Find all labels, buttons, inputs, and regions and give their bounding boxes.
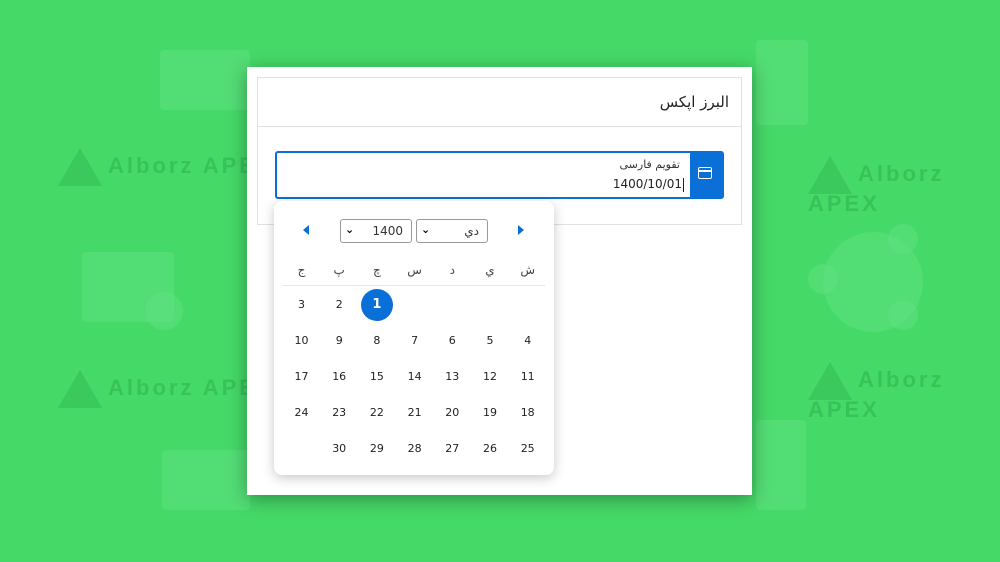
card-title: البرز اپکس xyxy=(659,93,729,111)
date-input-value[interactable]: 1400/10/01 xyxy=(613,177,684,192)
calendar-day[interactable]: 2 xyxy=(321,288,358,322)
calendar-day[interactable]: 12 xyxy=(472,360,509,394)
calendar-day[interactable]: 16 xyxy=(321,360,358,394)
calendar-day[interactable]: 10 xyxy=(283,324,320,358)
weekday-label: ي xyxy=(485,263,495,277)
date-input-field[interactable]: تقویم فارسی 1400/10/01 xyxy=(275,151,724,199)
calendar-day[interactable]: 27 xyxy=(434,432,471,466)
calendar-day[interactable]: 8 xyxy=(358,324,395,358)
watermark-logo: Alborz APEX xyxy=(808,156,1000,215)
calendar-button[interactable] xyxy=(690,153,722,197)
calendar-day[interactable]: 26 xyxy=(472,432,509,466)
month-select-value: دي xyxy=(464,224,479,238)
weekday-label: ج xyxy=(297,263,306,277)
calendar-day[interactable]: 30 xyxy=(321,432,358,466)
year-select[interactable]: 1400 ⌄ xyxy=(340,219,412,243)
weekday-label: ش xyxy=(520,263,536,277)
card-header: البرز اپکس xyxy=(258,78,741,127)
watermark-logo: Alborz APEX xyxy=(808,362,1000,421)
selected-day[interactable]: 1 xyxy=(358,288,395,322)
weekday-header: شيدسچپج xyxy=(283,263,545,286)
calendar-day[interactable]: 18 xyxy=(509,396,546,430)
calendar-day[interactable]: 24 xyxy=(283,396,320,430)
weekday-label: س xyxy=(407,263,422,277)
calendar-day[interactable]: 21 xyxy=(396,396,433,430)
calendar-icon xyxy=(698,167,712,179)
next-month-arrow-icon[interactable] xyxy=(518,225,524,235)
calendar-day[interactable]: 23 xyxy=(321,396,358,430)
weekday-label: پ xyxy=(333,263,345,277)
chevron-down-icon: ⌄ xyxy=(421,223,431,236)
calendar-day[interactable]: 20 xyxy=(434,396,471,430)
watermark-logo: Alborz APEX xyxy=(58,370,275,408)
weekday-label: چ xyxy=(373,263,381,277)
calendar-day[interactable]: 5 xyxy=(472,324,509,358)
calendar-day[interactable]: 11 xyxy=(509,360,546,394)
calendar-day[interactable]: 29 xyxy=(358,432,395,466)
weekday-label: د xyxy=(449,263,455,277)
calendar-day[interactable]: 15 xyxy=(358,360,395,394)
chevron-down-icon: ⌄ xyxy=(345,223,355,236)
year-select-value: 1400 xyxy=(372,224,403,238)
calendar-day[interactable]: 3 xyxy=(283,288,320,322)
calendar-day[interactable]: 14 xyxy=(396,360,433,394)
calendar-day[interactable]: 17 xyxy=(283,360,320,394)
calendar-day[interactable]: 19 xyxy=(472,396,509,430)
watermark-logo: Alborz APEX xyxy=(58,148,275,186)
calendar-day[interactable]: 22 xyxy=(358,396,395,430)
calendar-day[interactable]: 6 xyxy=(434,324,471,358)
calendar-day[interactable]: 7 xyxy=(396,324,433,358)
text-caret xyxy=(683,177,684,192)
calendar-day[interactable]: 25 xyxy=(509,432,546,466)
calendar-day[interactable]: 9 xyxy=(321,324,358,358)
prev-month-arrow-icon[interactable] xyxy=(303,225,309,235)
date-input-label: تقویم فارسی xyxy=(619,158,681,171)
calendar-day[interactable]: 28 xyxy=(396,432,433,466)
calendar-day[interactable]: 4 xyxy=(509,324,546,358)
calendar-day[interactable]: 13 xyxy=(434,360,471,394)
month-select[interactable]: دي ⌄ xyxy=(416,219,488,243)
date-picker-popup: 1400 ⌄ دي ⌄ شيدسچپج 1 2 3 4 5 6 7 8 9 10 11 12 13 14 1… xyxy=(274,201,554,475)
